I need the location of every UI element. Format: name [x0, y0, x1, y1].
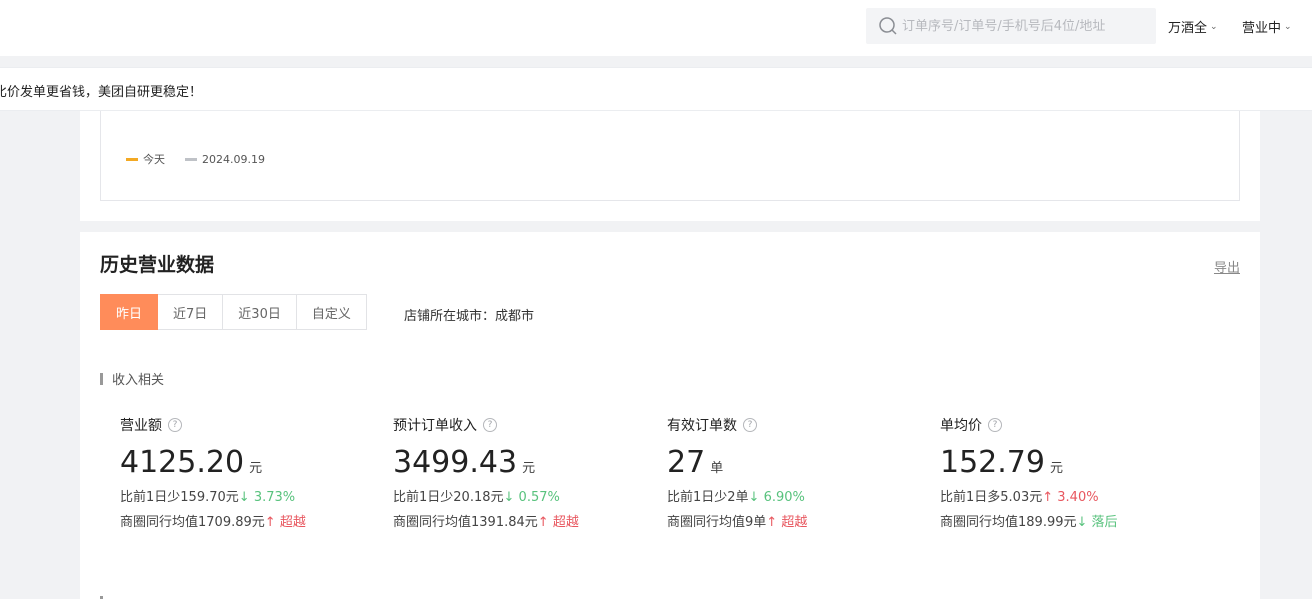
metric-name-text: 单均价: [940, 418, 982, 434]
arrow-down-icon: ↓: [1076, 515, 1088, 530]
metric-estimated-income: 预计订单收入 ? 3499.43 元 比前1日少20.18元↓ 0.57% 商圈…: [393, 415, 653, 530]
search-icon: [879, 17, 897, 35]
metrics-row: 营业额 ? 4125.20 元 比前1日少159.70元↓ 3.73% 商圈同行…: [120, 415, 1220, 555]
compare-peer-average: 商圈同行均值189.99元↓ 落后: [940, 511, 1200, 530]
history-data-card: 历史营业数据 导出 昨日 近7日 近30日 自定义 店铺所在城市：成都市 收入相…: [80, 232, 1260, 599]
compare-peer-average: 商圈同行均值9单↑ 超越: [667, 511, 927, 530]
metric-unit: 元: [522, 461, 536, 476]
metric-number: 4125.20: [120, 445, 245, 480]
help-icon[interactable]: ?: [168, 418, 182, 432]
metric-name: 单均价 ?: [940, 415, 1200, 435]
section-marker: [100, 372, 103, 385]
metric-unit: 单: [710, 461, 724, 476]
compare-text: 比前1日少2单: [667, 490, 749, 505]
chart-area: 今天 2024.09.19: [100, 111, 1240, 201]
tab-last-30-days[interactable]: 近30日: [223, 294, 297, 330]
compare-prev-day: 比前1日少20.18元↓ 0.57%: [393, 486, 653, 505]
compare-prev-day: 比前1日少2单↓ 6.90%: [667, 486, 927, 505]
peer-text: 商圈同行均值1391.84元: [393, 515, 538, 530]
metric-number: 152.79: [940, 445, 1045, 480]
peer-text: 商圈同行均值1709.89元: [120, 515, 265, 530]
metric-name: 有效订单数 ?: [667, 415, 927, 435]
peer-text: 商圈同行均值9单: [667, 515, 767, 530]
store-name: 万酒全: [1168, 21, 1208, 36]
compare-prev-day: 比前1日少159.70元↓ 3.73%: [120, 486, 380, 505]
help-icon[interactable]: ?: [743, 418, 757, 432]
compare-prev-day: 比前1日多5.03元↑ 3.40%: [940, 486, 1200, 505]
tab-custom[interactable]: 自定义: [296, 294, 367, 330]
chevron-down-icon: ⌄: [1284, 21, 1292, 32]
metric-name: 营业额 ?: [120, 415, 380, 435]
store-switcher-dropdown[interactable]: 万酒全 ⌄: [1168, 17, 1218, 36]
metric-unit: 元: [1049, 461, 1063, 476]
arrow-down-icon: ↓: [238, 490, 250, 505]
compare-text: 比前1日少20.18元: [393, 490, 504, 505]
help-icon[interactable]: ?: [988, 418, 1002, 432]
metric-revenue: 营业额 ? 4125.20 元 比前1日少159.70元↓ 3.73% 商圈同行…: [120, 415, 380, 530]
metric-value: 152.79 元: [940, 445, 1200, 480]
notice-text: 比价发单更省钱，美团自研更稳定！: [0, 85, 203, 100]
peer-status: 超越: [552, 515, 579, 530]
tab-yesterday[interactable]: 昨日: [100, 294, 159, 330]
arrow-down-icon: ↓: [503, 490, 515, 505]
metric-name-text: 有效订单数: [667, 418, 737, 434]
business-status-dropdown[interactable]: 营业中 ⌄: [1242, 17, 1292, 36]
metric-name: 预计订单收入 ?: [393, 415, 653, 435]
metric-number: 3499.43: [393, 445, 518, 480]
arrow-up-icon: ↑: [1042, 490, 1054, 505]
legend-swatch-compare: [185, 157, 197, 161]
help-icon[interactable]: ?: [483, 418, 497, 432]
chart-legend: 今天 2024.09.19: [126, 151, 285, 167]
notice-banner: 比价发单更省钱，美团自研更稳定！: [0, 67, 1312, 111]
metric-valid-orders: 有效订单数 ? 27 单 比前1日少2单↓ 6.90% 商圈同行均值9单↑ 超越: [667, 415, 927, 530]
peer-text: 商圈同行均值189.99元: [940, 515, 1077, 530]
peer-status: 超越: [279, 515, 306, 530]
metric-name-text: 营业额: [120, 418, 162, 434]
metric-value: 3499.43 元: [393, 445, 653, 480]
compare-peer-average: 商圈同行均值1391.84元↑ 超越: [393, 511, 653, 530]
compare-peer-average: 商圈同行均值1709.89元↑ 超越: [120, 511, 380, 530]
metric-unit: 元: [249, 461, 263, 476]
metric-value: 4125.20 元: [120, 445, 380, 480]
metric-number: 27: [667, 445, 706, 480]
order-search-box[interactable]: [866, 8, 1156, 44]
top-bar: 万酒全 ⌄ 营业中 ⌄: [0, 0, 1312, 56]
compare-percent: 6.90%: [763, 490, 805, 505]
realtime-chart-card: 今天 2024.09.19: [80, 111, 1260, 221]
peer-status: 落后: [1091, 515, 1118, 530]
arrow-up-icon: ↑: [264, 515, 276, 530]
search-input[interactable]: [902, 18, 1142, 34]
compare-percent: 3.73%: [253, 490, 296, 505]
compare-percent: 3.40%: [1057, 490, 1099, 505]
section-title: 历史营业数据: [100, 254, 215, 276]
tab-last-7-days[interactable]: 近7日: [158, 294, 224, 330]
metric-value: 27 单: [667, 445, 927, 480]
metric-name-text: 预计订单收入: [393, 418, 477, 434]
revenue-section-label: 收入相关: [100, 369, 164, 388]
chevron-down-icon: ⌄: [1210, 21, 1218, 32]
metric-average-order-price: 单均价 ? 152.79 元 比前1日多5.03元↑ 3.40% 商圈同行均值1…: [940, 415, 1200, 530]
legend-swatch-today: [126, 157, 138, 161]
legend-label: 2024.09.19: [202, 152, 265, 166]
compare-percent: 0.57%: [518, 490, 560, 505]
store-city: 店铺所在城市：成都市: [404, 309, 535, 324]
legend-item-today[interactable]: 今天: [126, 151, 165, 167]
date-range-tabs: 昨日 近7日 近30日 自定义: [100, 294, 367, 330]
compare-text: 比前1日多5.03元: [940, 490, 1043, 505]
section-label-text: 收入相关: [112, 373, 165, 388]
compare-text: 比前1日少159.70元: [120, 490, 239, 505]
peer-status: 超越: [781, 515, 808, 530]
arrow-up-icon: ↑: [766, 515, 778, 530]
arrow-up-icon: ↑: [537, 515, 549, 530]
export-link[interactable]: 导出: [1214, 257, 1240, 276]
legend-label: 今天: [143, 153, 165, 166]
legend-item-compare-date[interactable]: 2024.09.19: [185, 153, 265, 166]
business-status: 营业中: [1242, 21, 1282, 36]
arrow-down-icon: ↓: [748, 490, 760, 505]
